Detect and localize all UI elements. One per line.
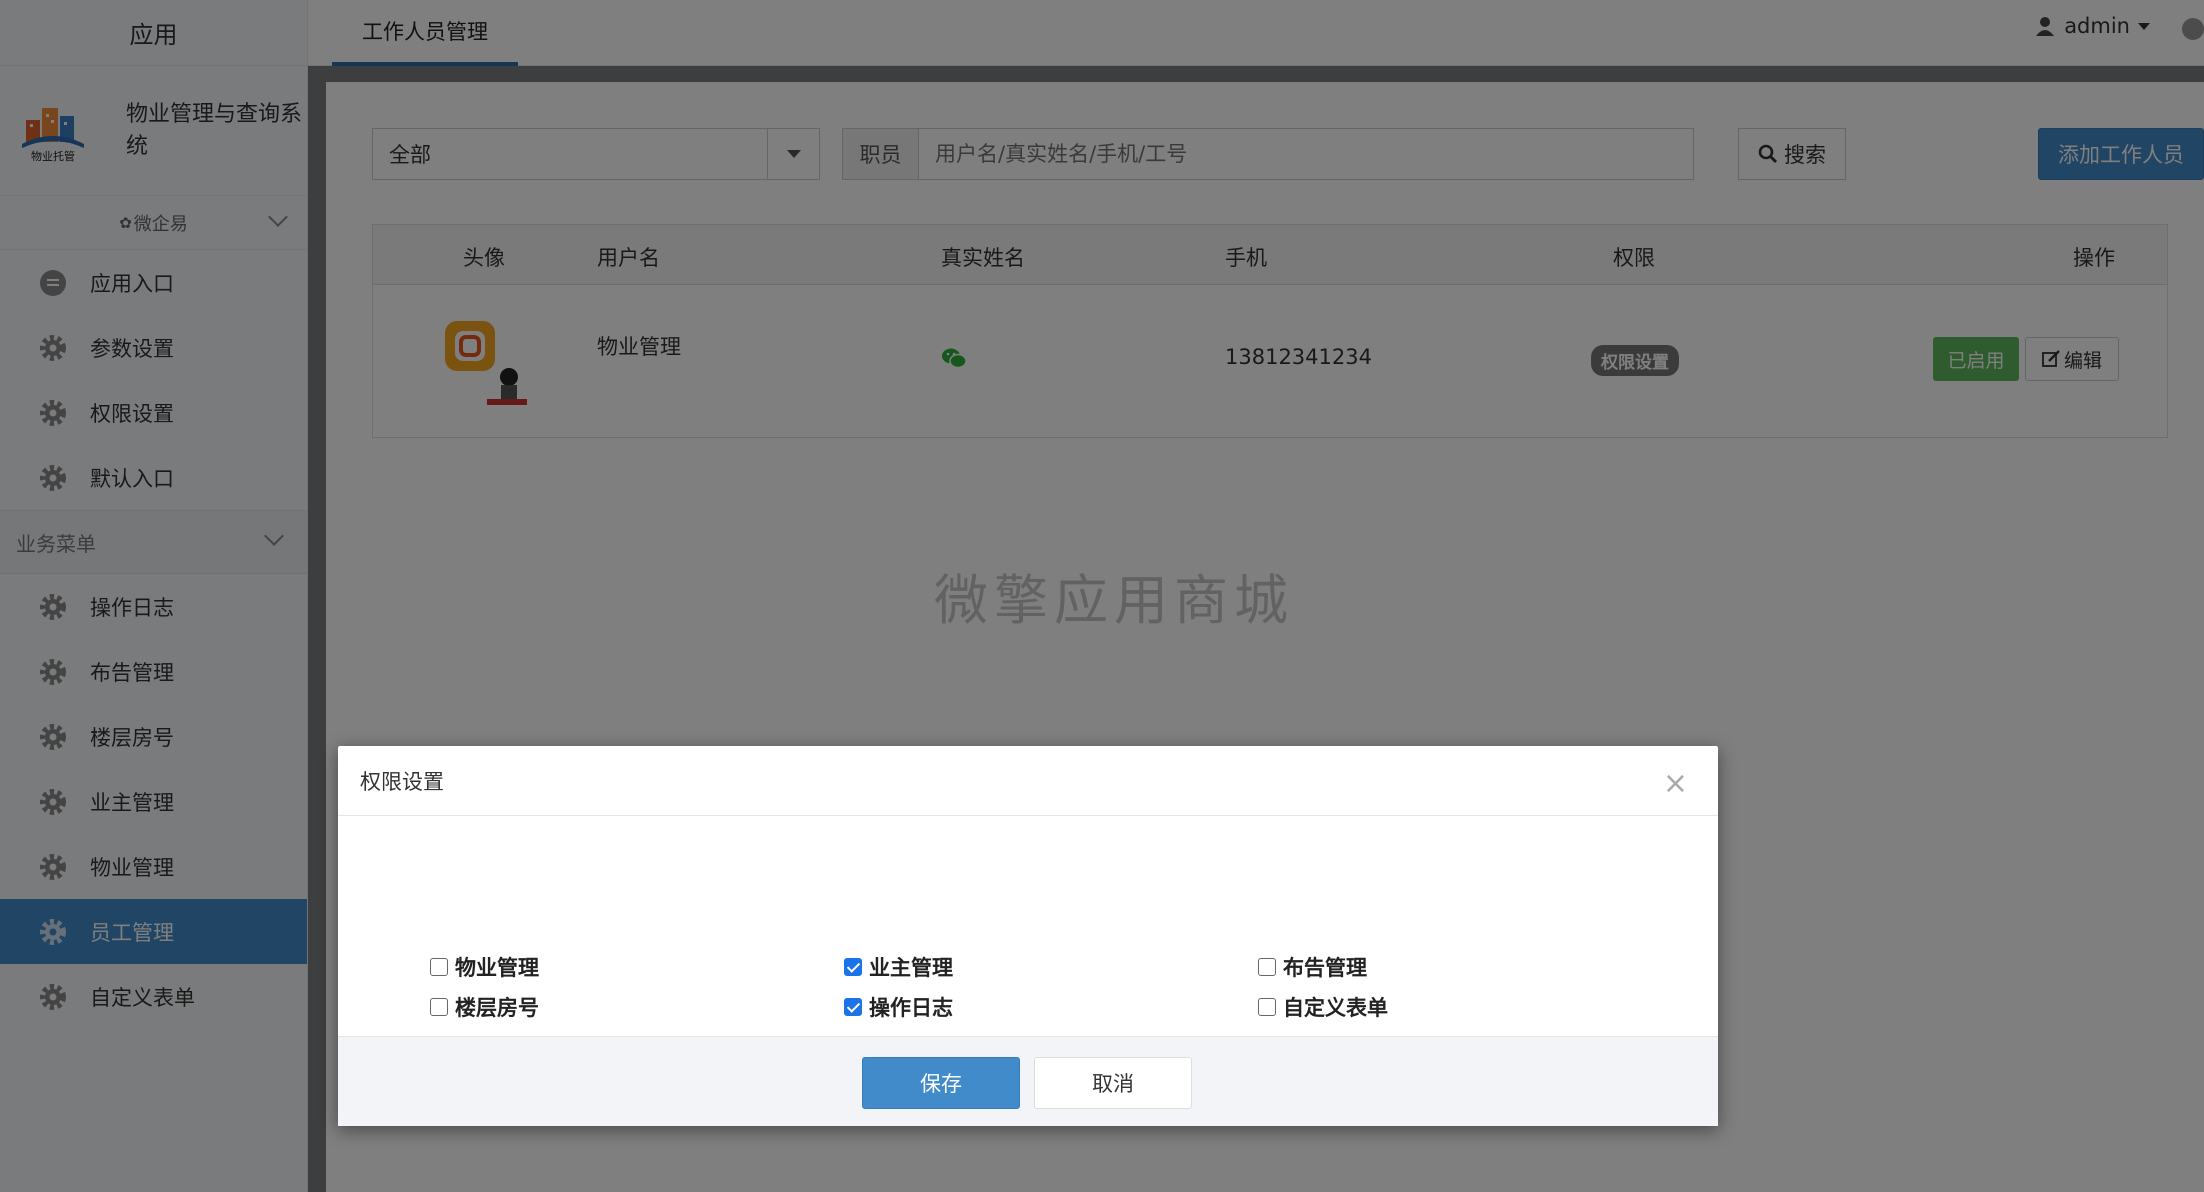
checkbox-label: 布告管理 <box>1283 956 1367 980</box>
checkbox-property[interactable]: 物业管理 <box>430 952 539 982</box>
checkbox-label: 物业管理 <box>455 956 539 980</box>
close-icon[interactable]: × <box>1663 766 1688 801</box>
checkbox-notice[interactable]: 布告管理 <box>1258 952 1367 982</box>
modal-title: 权限设置 <box>360 769 444 794</box>
checkbox-box-checked <box>844 998 862 1016</box>
modal-footer: 保存 取消 <box>338 1036 1718 1126</box>
permission-modal: 权限设置 × 物业管理 业主管理 布告管理 楼层房号 操作日志 自定义表单 保存 <box>338 746 1718 1126</box>
checkbox-label: 自定义表单 <box>1283 996 1388 1020</box>
modal-body: 物业管理 业主管理 布告管理 楼层房号 操作日志 自定义表单 <box>338 816 1718 1036</box>
checkbox-box <box>1258 958 1276 976</box>
checkbox-label: 操作日志 <box>869 996 953 1020</box>
checkbox-operation-log[interactable]: 操作日志 <box>844 992 953 1022</box>
checkbox-custom-form[interactable]: 自定义表单 <box>1258 992 1388 1022</box>
checkbox-box <box>1258 998 1276 1016</box>
modal-header: 权限设置 × <box>338 746 1718 816</box>
cancel-button[interactable]: 取消 <box>1034 1057 1192 1109</box>
checkbox-box <box>430 998 448 1016</box>
checkbox-label: 业主管理 <box>869 956 953 980</box>
checkbox-box <box>430 958 448 976</box>
save-button[interactable]: 保存 <box>862 1057 1020 1109</box>
checkbox-rooms[interactable]: 楼层房号 <box>430 992 539 1022</box>
checkbox-owners[interactable]: 业主管理 <box>844 952 953 982</box>
checkbox-label: 楼层房号 <box>455 996 539 1020</box>
checkbox-box-checked <box>844 958 862 976</box>
